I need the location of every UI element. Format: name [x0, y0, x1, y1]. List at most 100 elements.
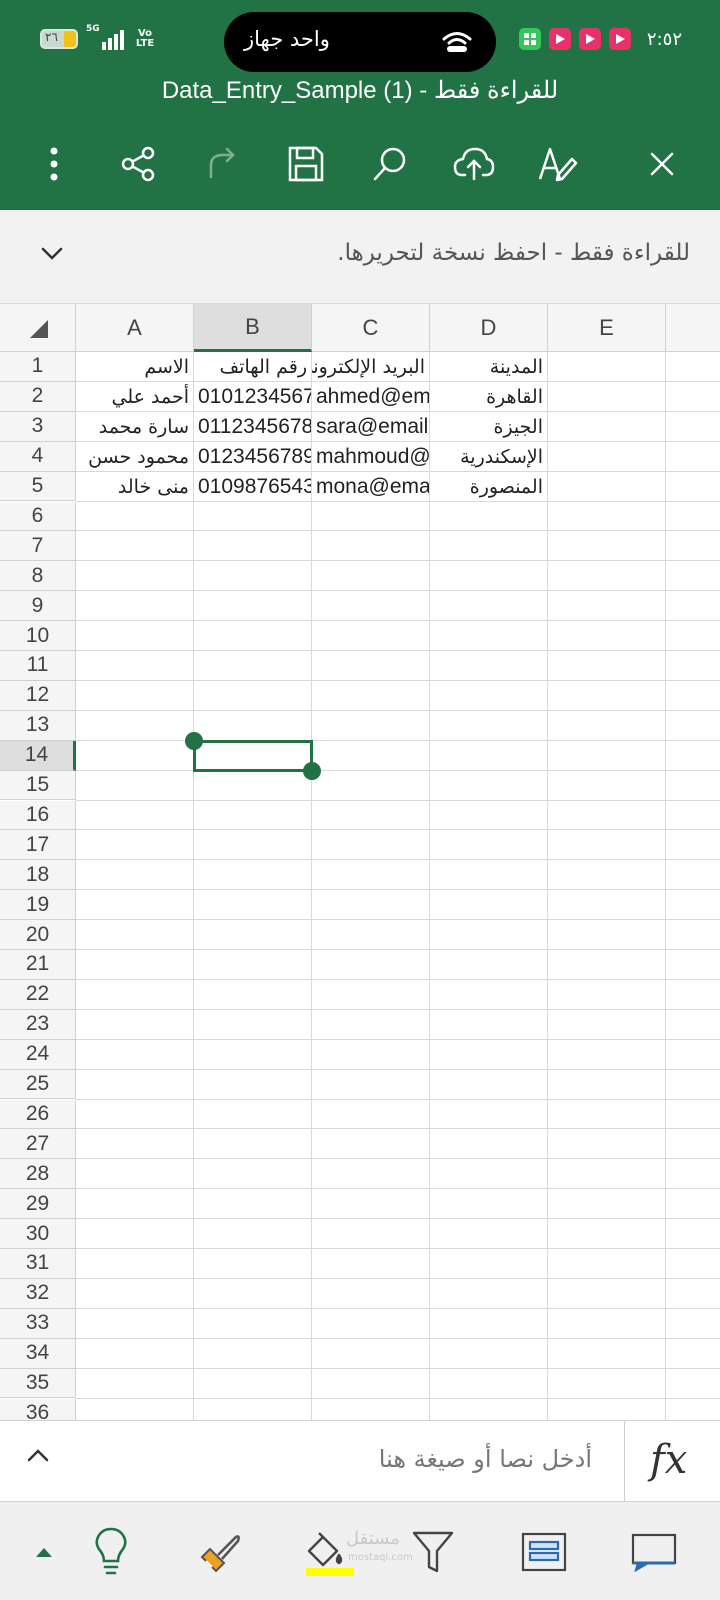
row-header-1[interactable]: 1	[0, 352, 76, 382]
row-header-33[interactable]: 33	[0, 1308, 76, 1339]
row-header-19[interactable]: 19	[0, 890, 76, 921]
row-header-32[interactable]: 32	[0, 1278, 76, 1309]
dynamic-island: واحد جهاز	[224, 12, 496, 72]
cell-b1[interactable]: رقم الهاتف	[194, 352, 311, 382]
row-header-18[interactable]: 18	[0, 860, 76, 891]
row-header-20[interactable]: 20	[0, 920, 76, 950]
row-header-26[interactable]: 26	[0, 1099, 76, 1130]
cell-d4[interactable]: الإسكندرية	[430, 442, 547, 472]
row-header-25[interactable]: 25	[0, 1069, 76, 1100]
top-toolbar	[0, 130, 720, 200]
row-header-15[interactable]: 15	[0, 770, 76, 801]
cell-d5[interactable]: المنصورة	[430, 472, 547, 502]
column-header-b[interactable]: B	[194, 304, 312, 352]
selection-handle-start[interactable]	[185, 731, 203, 750]
filter-icon[interactable]	[408, 1524, 458, 1580]
cell-c1[interactable]: البريد الإلكتروني	[312, 352, 429, 382]
cell-a5[interactable]: منى خالد	[76, 472, 193, 502]
cell-a3[interactable]: سارة محمد	[76, 412, 193, 442]
cell-c3[interactable]: sara@email.com	[312, 412, 429, 442]
grid-line	[76, 978, 720, 980]
cell-c2[interactable]: ahmed@email.com	[312, 382, 429, 412]
row-header-10[interactable]: 10	[0, 621, 76, 651]
cell-c5[interactable]: mona@email.com	[312, 472, 429, 502]
cell-b5[interactable]: 01098765432	[194, 472, 311, 502]
column-header-a[interactable]: A	[76, 304, 194, 352]
caret-up-icon[interactable]	[28, 1524, 60, 1580]
cloud-upload-icon[interactable]	[450, 140, 498, 188]
table-format-icon[interactable]	[518, 1524, 570, 1580]
grid-line	[76, 889, 720, 891]
grid-line	[76, 1098, 720, 1100]
cell-b2[interactable]: 01012345678	[194, 382, 311, 412]
cell-b4[interactable]: 01234567890	[194, 442, 311, 472]
cell-a2[interactable]: أحمد علي	[76, 382, 193, 412]
close-icon[interactable]	[638, 140, 686, 188]
save-icon[interactable]	[282, 140, 330, 188]
row-header-9[interactable]: 9	[0, 591, 76, 622]
row-header-24[interactable]: 24	[0, 1039, 76, 1070]
column-header-c[interactable]: C	[312, 304, 430, 352]
share-icon[interactable]	[114, 140, 162, 188]
grid-line	[76, 1307, 720, 1309]
row-header-36[interactable]: 36	[0, 1398, 76, 1420]
formula-bar: أدخل نصا أو صيغة هنا fx	[0, 1420, 720, 1503]
grid-line	[76, 1218, 720, 1220]
row-header-11[interactable]: 11	[0, 651, 76, 681]
cell-d1[interactable]: المدينة	[430, 352, 547, 382]
row-header-31[interactable]: 31	[0, 1249, 76, 1279]
row-header-16[interactable]: 16	[0, 800, 76, 831]
select-all-corner[interactable]	[0, 304, 76, 352]
redo-icon[interactable]	[198, 140, 246, 188]
row-header-35[interactable]: 35	[0, 1368, 76, 1399]
chevron-down-icon[interactable]	[40, 246, 64, 266]
row-header-3[interactable]: 3	[0, 411, 76, 442]
grid-line	[76, 1038, 720, 1040]
row-header-8[interactable]: 8	[0, 561, 76, 592]
spreadsheet-grid[interactable]: A B C D E 1 2 3 4 5 6 7 8 9 10 11 12 13 14 15 16 17 18 19 20 21 22…	[0, 304, 720, 1420]
row-header-12[interactable]: 12	[0, 680, 76, 711]
grid-line	[76, 1128, 720, 1130]
row-header-28[interactable]: 28	[0, 1159, 76, 1190]
row-header-6[interactable]: 6	[0, 501, 76, 532]
volte-indicator: Vo LTE	[135, 28, 155, 49]
row-header-21[interactable]: 21	[0, 950, 76, 980]
format-brush-icon[interactable]	[196, 1524, 246, 1580]
fill-color-swatch	[306, 1568, 354, 1576]
selection-handle-end[interactable]	[303, 761, 321, 780]
grid-line	[76, 650, 720, 651]
row-header-22[interactable]: 22	[0, 979, 76, 1010]
selection-box[interactable]	[193, 739, 313, 772]
row-header-14[interactable]: 14	[0, 740, 76, 771]
lightbulb-icon[interactable]	[88, 1524, 134, 1580]
column-header-e[interactable]: E	[548, 304, 666, 352]
cell-d2[interactable]: القاهرة	[430, 382, 547, 412]
cell-b3[interactable]: 01123456789	[194, 412, 311, 442]
cell-a4[interactable]: محمود حسن	[76, 442, 193, 472]
row-header-5[interactable]: 5	[0, 471, 76, 502]
row-header-17[interactable]: 17	[0, 830, 76, 861]
cell-d3[interactable]: الجيزة	[430, 412, 547, 442]
chevron-up-icon[interactable]	[26, 1447, 50, 1467]
cell-a1[interactable]: الاسم	[76, 352, 193, 382]
edit-icon[interactable]	[534, 140, 582, 188]
row-header-23[interactable]: 23	[0, 1009, 76, 1040]
grid-line	[311, 352, 312, 1420]
row-header-27[interactable]: 27	[0, 1129, 76, 1160]
row-header-29[interactable]: 29	[0, 1189, 76, 1220]
cell-c4[interactable]: mahmoud@email.com	[312, 442, 429, 472]
formula-input[interactable]: أدخل نصا أو صيغة هنا	[379, 1445, 592, 1473]
column-header-d[interactable]: D	[430, 304, 548, 352]
search-icon[interactable]	[366, 140, 414, 188]
row-header-7[interactable]: 7	[0, 531, 76, 562]
row-header-34[interactable]: 34	[0, 1338, 76, 1369]
watermark-url: mostaql.com	[348, 1552, 413, 1563]
banner-message: للقراءة فقط - احفظ نسخة لتحريرها.	[337, 240, 690, 266]
row-header-30[interactable]: 30	[0, 1219, 76, 1249]
fx-icon[interactable]: fx	[650, 1437, 687, 1483]
comment-icon[interactable]	[628, 1524, 680, 1580]
row-header-13[interactable]: 13	[0, 710, 76, 741]
row-header-2[interactable]: 2	[0, 381, 76, 412]
row-header-4[interactable]: 4	[0, 441, 76, 472]
more-icon[interactable]	[30, 140, 78, 188]
